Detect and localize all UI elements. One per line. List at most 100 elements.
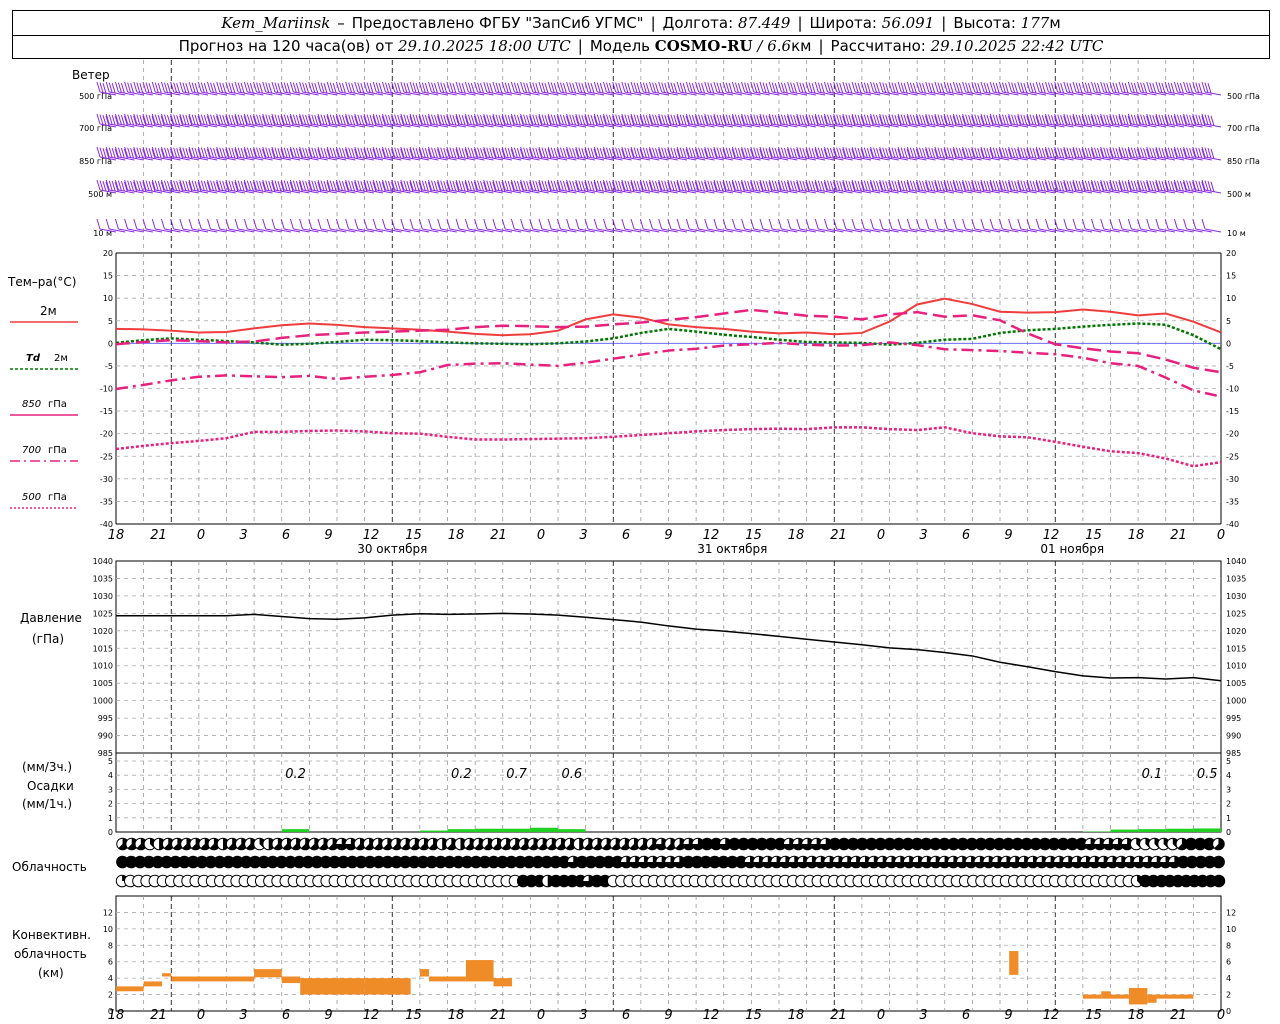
time-tick-label: 6 xyxy=(282,1008,290,1023)
time-tick-label: 15 xyxy=(1085,1008,1102,1023)
precip-tick: 3 xyxy=(1226,785,1231,794)
conv-bar xyxy=(419,969,430,977)
temp-tick: -15 xyxy=(100,407,113,416)
precip-bar xyxy=(475,828,503,832)
precip-annotation: 0.6 xyxy=(561,767,582,782)
temp-tick: -35 xyxy=(100,497,113,506)
time-tick-label: 15 xyxy=(405,528,422,543)
precip-bar xyxy=(281,829,310,832)
time-tick-label: 12 xyxy=(1043,1008,1060,1023)
pressure-tick: 1020 xyxy=(93,627,113,636)
precip-annotation: 0.2 xyxy=(451,767,472,782)
wind-level-label: 500 м xyxy=(1227,190,1251,199)
time-tick-label: 6 xyxy=(622,1008,630,1023)
time-tick-label: 3 xyxy=(579,528,587,543)
cloud-circle xyxy=(1212,855,1225,869)
pressure-tick: 1015 xyxy=(93,644,113,653)
time-tick-label: 3 xyxy=(239,528,247,543)
time-tick-label: 6 xyxy=(962,528,970,543)
conv-bar xyxy=(364,978,411,995)
precip-bar xyxy=(447,829,476,832)
conv-tick: 4 xyxy=(1226,974,1231,983)
conv-tick: 12 xyxy=(103,908,113,917)
pressure-tick: 1030 xyxy=(93,592,113,601)
pressure-unit-label: (гПа) xyxy=(32,632,64,646)
precip-bar xyxy=(502,828,531,832)
conv-label-2: облачность xyxy=(14,947,87,961)
temp-tick: -25 xyxy=(1226,452,1239,461)
pressure-tick: 1005 xyxy=(93,679,113,688)
time-tick-label: 21 xyxy=(150,1008,167,1023)
temp-tick: 5 xyxy=(1226,317,1231,326)
pressure-tick: 1000 xyxy=(93,697,113,706)
conv-tick: 6 xyxy=(1226,958,1231,967)
temp-tick: 20 xyxy=(1226,249,1236,258)
wind-barb xyxy=(1201,81,1222,96)
t500-legend-num: 500 xyxy=(22,492,41,503)
conv-bar xyxy=(1110,994,1129,999)
time-tick-label: 0 xyxy=(537,1008,545,1023)
precip-annotation: 0.2 xyxy=(285,767,306,782)
precip-unit1-label: (мм/1ч.) xyxy=(22,797,72,811)
conv-bar xyxy=(281,976,301,984)
pressure-tick: 1020 xyxy=(1226,627,1246,636)
precip-tick: 4 xyxy=(1226,771,1231,780)
wind-level-label: 10 м xyxy=(1227,229,1246,238)
temp-tick: 10 xyxy=(103,294,113,303)
date-label: 31 октября xyxy=(697,542,767,556)
precip-tick: 0 xyxy=(1226,828,1231,837)
time-tick-label: 18 xyxy=(448,1008,465,1023)
conv-bar xyxy=(429,976,466,982)
time-tick-label: 21 xyxy=(150,528,167,543)
time-tick-label: 12 xyxy=(363,1008,380,1023)
conv-bar xyxy=(116,986,144,992)
temp-tick: -20 xyxy=(100,430,113,439)
date-label: 01 ноября xyxy=(1040,542,1104,556)
conv-bar xyxy=(1009,951,1019,975)
temp-tick: 5 xyxy=(108,317,113,326)
conv-bar xyxy=(1147,994,1157,1003)
temp-tick: 10 xyxy=(1226,294,1236,303)
pressure-tick: 1010 xyxy=(1226,662,1246,671)
precip-tick: 2 xyxy=(108,800,113,809)
time-tick-label: 0 xyxy=(1217,528,1225,543)
pressure-tick: 1035 xyxy=(1226,574,1246,583)
pressure-tick: 1030 xyxy=(1226,592,1246,601)
pressure-tick: 1035 xyxy=(93,574,113,583)
time-tick-label: 6 xyxy=(622,528,630,543)
cloud-label: Облачность xyxy=(12,860,87,874)
temp-tick: -5 xyxy=(105,362,113,371)
t850-legend-num: 850 xyxy=(22,399,41,410)
time-tick-label: 9 xyxy=(1004,528,1012,543)
time-tick-label: 6 xyxy=(282,528,290,543)
precip-bar xyxy=(419,830,448,832)
time-tick-label: 18 xyxy=(448,528,465,543)
time-tick-label: 21 xyxy=(490,1008,507,1023)
wind-barb xyxy=(1201,218,1222,233)
time-tick-label: 3 xyxy=(919,1008,927,1023)
time-tick-label: 0 xyxy=(197,528,205,543)
pressure-tick: 1005 xyxy=(1226,679,1246,688)
conv-bar xyxy=(493,978,512,987)
time-tick-label: 3 xyxy=(239,1008,247,1023)
pressure-tick: 995 xyxy=(98,714,113,723)
time-tick-label: 0 xyxy=(1217,1008,1225,1023)
precip-tick: 5 xyxy=(108,757,113,766)
precip-annotation: 0.1 xyxy=(1142,767,1163,782)
time-tick-label: 18 xyxy=(1128,528,1145,543)
conv-bar xyxy=(1082,994,1102,999)
pressure-tick: 1025 xyxy=(1226,609,1246,618)
precip-tick: 2 xyxy=(1226,800,1231,809)
conv-bar xyxy=(162,973,172,977)
time-tick-label: 15 xyxy=(405,1008,422,1023)
temp-tick: 20 xyxy=(103,249,113,258)
time-tick-label: 12 xyxy=(363,528,380,543)
precip-bar xyxy=(1138,829,1166,832)
meteogram: 500 гПа 500 гПа700 гПа 700 гПа850 гПа 850 г… xyxy=(7,60,1260,1023)
temp-label: Тем–ра(°C) xyxy=(7,275,76,289)
t850-legend-unit: гПа xyxy=(48,399,67,410)
date-label: 30 октября xyxy=(357,542,427,556)
time-tick-label: 21 xyxy=(830,1008,847,1023)
time-tick-label: 21 xyxy=(1170,1008,1187,1023)
pressure-tick: 1025 xyxy=(93,609,113,618)
